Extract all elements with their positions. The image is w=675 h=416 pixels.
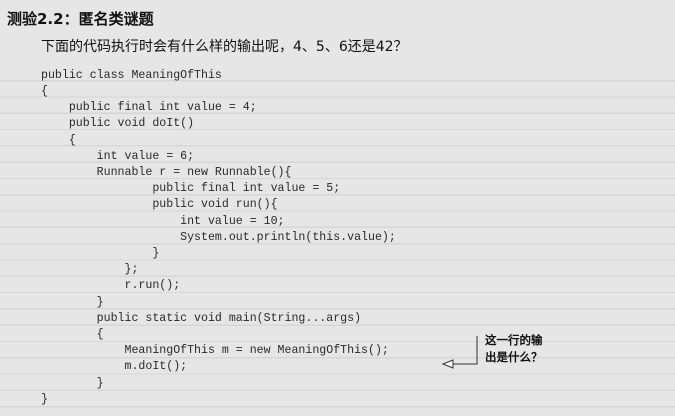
code-line: public class MeaningOfThis: [41, 69, 222, 82]
code-line: int value = 10;: [41, 215, 285, 228]
quiz-title: 测验2.2：匿名类谜题: [7, 10, 154, 28]
code-line: }: [41, 247, 160, 260]
quiz-question: 下面的代码执行时会有什么样的输出呢，4、5、6还是42？: [41, 39, 408, 55]
code-line: Runnable r = new Runnable(){: [41, 166, 292, 179]
code-line: };: [41, 263, 139, 276]
annotation-line: 出是什么？: [485, 350, 543, 364]
code-line: public final int value = 4;: [41, 101, 257, 114]
code-line: public void doIt(): [41, 117, 195, 130]
code-line: {: [41, 85, 48, 98]
annotation-note: 这一行的输 出是什么？: [485, 332, 565, 366]
code-line: {: [41, 328, 104, 341]
quiz-box: 测验2.2：匿名类谜题 下面的代码执行时会有什么样的输出呢，4、5、6还是42？…: [0, 0, 675, 416]
code-line: MeaningOfThis m = new MeaningOfThis();: [41, 344, 389, 357]
code-line: r.run();: [41, 279, 181, 292]
code-line: int value = 6;: [41, 150, 195, 163]
code-line: }: [41, 393, 48, 406]
code-line: }: [41, 377, 104, 390]
code-line: public final int value = 5;: [41, 182, 341, 195]
code-line: }: [41, 296, 104, 309]
code-line: public void run(){: [41, 198, 278, 211]
code-line: public static void main(String...args): [41, 312, 362, 325]
annotation-line: 这一行的输: [485, 333, 543, 347]
code-line: System.out.println(this.value);: [41, 231, 396, 244]
code-line: m.doIt();: [41, 360, 188, 373]
code-line: {: [41, 134, 76, 147]
code-block: public class MeaningOfThis { public fina…: [0, 65, 675, 415]
annotation-arrow-icon: [441, 336, 478, 369]
